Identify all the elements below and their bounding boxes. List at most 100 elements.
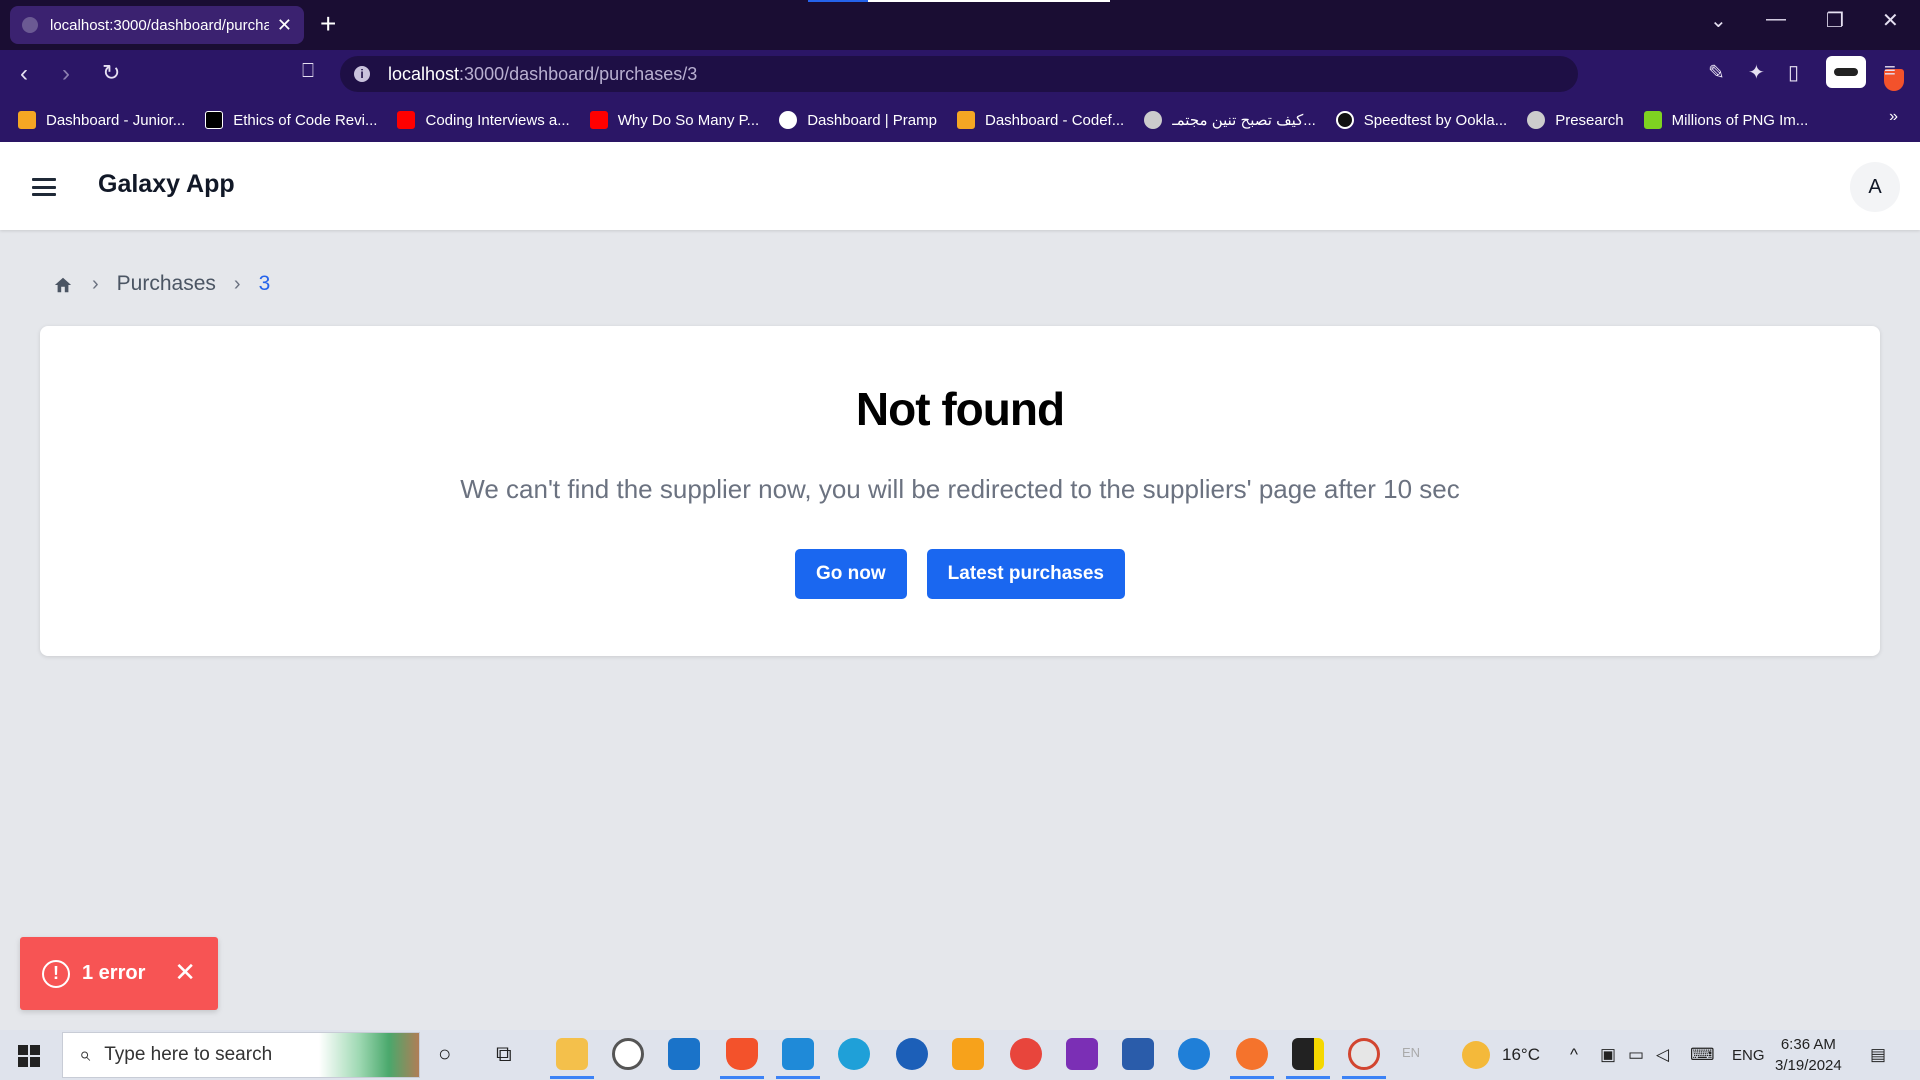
extensions-icon[interactable]: ✦ [1748, 60, 1765, 85]
bookmark-label: Ethics of Code Revi... [233, 111, 378, 129]
avatar[interactable]: A [1850, 162, 1900, 212]
latest-purchases-button[interactable]: Latest purchases [926, 549, 1125, 599]
bookmark-label: Dashboard | Pramp [807, 111, 937, 129]
forward-icon[interactable]: › [62, 60, 70, 88]
minimize-icon[interactable]: — [1766, 8, 1786, 31]
bookmark-label: Speedtest by Ookla... [1363, 111, 1508, 129]
windows-start-icon[interactable] [18, 1045, 40, 1067]
globe-icon [22, 17, 38, 33]
meet-icon[interactable]: ▣ [1600, 1045, 1616, 1065]
back-icon[interactable]: ‹ [20, 60, 28, 88]
bookmark-item[interactable]: كيف تصبح تنين مجتمـ... [1144, 111, 1316, 129]
bookmark-label: Millions of PNG Im... [1671, 111, 1809, 129]
pen-icon[interactable]: ✎ [1708, 60, 1725, 85]
taskbar: ⌕ Type here to search ○ ⧉ EN 16°C ^ ▣ ▭ … [0, 1030, 1920, 1080]
bookmark-item[interactable]: Ethics of Code Revi... [205, 111, 377, 129]
bookmark-item[interactable]: Dashboard | Pramp [779, 111, 937, 129]
bar-chart-icon [956, 111, 975, 129]
speedtest-icon [1335, 111, 1354, 129]
bookmark-label: Coding Interviews a... [425, 111, 570, 129]
network-app-icon[interactable] [1178, 1038, 1210, 1070]
cortana-icon[interactable]: ○ [438, 1041, 451, 1067]
file-explorer-icon[interactable] [556, 1038, 588, 1070]
bookmark-label: Why Do So Many P... [617, 111, 760, 129]
error-count: 1 error [82, 962, 146, 984]
edge-icon[interactable] [838, 1038, 870, 1070]
bookmark-item[interactable]: Speedtest by Ookla... [1335, 111, 1508, 129]
brave-icon[interactable] [726, 1038, 758, 1070]
notifications-icon[interactable]: ▤ [1870, 1045, 1886, 1065]
error-toast[interactable]: ! 1 error ✕ [20, 937, 218, 1010]
outlook-icon[interactable] [668, 1038, 700, 1070]
keyboard-icon[interactable]: ⌨ [1690, 1045, 1715, 1065]
breadcrumb-separator: › [92, 272, 99, 295]
bookmark-item[interactable]: Dashboard - Codef... [956, 111, 1125, 129]
url-host: localhost [388, 63, 460, 84]
home-icon[interactable] [54, 276, 72, 293]
tab-close-icon[interactable]: ✕ [277, 15, 292, 36]
bookmark-item[interactable]: Why Do So Many P... [589, 111, 760, 129]
bookmarks-more-icon[interactable]: » [1889, 108, 1898, 126]
sidebar-icon[interactable]: ▯ [1788, 60, 1799, 85]
search-placeholder: Type here to search [104, 1044, 273, 1065]
task-view-icon[interactable]: ⧉ [496, 1041, 512, 1067]
breadcrumb-purchases[interactable]: Purchases [117, 272, 216, 296]
sticky-notes-icon[interactable] [1292, 1038, 1324, 1070]
app-icon[interactable] [952, 1038, 984, 1070]
app-title: Galaxy App [98, 170, 235, 198]
dev-icon [205, 111, 224, 129]
postman-icon[interactable] [1236, 1038, 1268, 1070]
running-indicator [1286, 1076, 1330, 1079]
onenote-icon[interactable] [1066, 1038, 1098, 1070]
ime-indicator[interactable]: EN [1402, 1045, 1420, 1060]
png-icon [1643, 111, 1662, 129]
taskbar-search-input[interactable]: ⌕ Type here to search [62, 1032, 420, 1078]
new-tab-button[interactable]: + [320, 9, 336, 39]
reload-icon[interactable]: ↻ [102, 60, 120, 86]
vscode-icon[interactable] [782, 1038, 814, 1070]
tab-title: localhost:3000/dashboard/purchases/3 [50, 16, 269, 34]
app-header: Galaxy App A [0, 142, 1920, 230]
powershell-icon[interactable] [1122, 1038, 1154, 1070]
show-hidden-icons-icon[interactable]: ^ [1570, 1045, 1578, 1065]
clock-date: 3/19/2024 [1775, 1057, 1842, 1074]
not-found-card: Not found We can't find the supplier now… [40, 326, 1880, 656]
volume-icon[interactable]: ◁ [1656, 1045, 1669, 1065]
bookmark-label: Dashboard - Codef... [984, 111, 1125, 129]
browser-tab[interactable]: localhost:3000/dashboard/purchases/3 ✕ [10, 6, 304, 44]
language-indicator[interactable]: ENG [1732, 1047, 1765, 1064]
close-window-icon[interactable]: ✕ [1882, 8, 1899, 33]
bookmark-item[interactable]: Dashboard - Junior... [18, 111, 185, 129]
app-icon[interactable] [1348, 1038, 1380, 1070]
go-now-button[interactable]: Go now [795, 549, 907, 599]
bookmark-item[interactable]: Millions of PNG Im... [1643, 111, 1809, 129]
bookmark-icon[interactable]: ⎕ [302, 60, 314, 83]
redirect-message: We can't find the supplier now, you will… [460, 474, 1460, 504]
menu-icon[interactable]: ≡ [1884, 60, 1896, 83]
battery-icon[interactable]: ▭ [1628, 1045, 1644, 1065]
globe-icon [1527, 111, 1546, 129]
hamburger-menu-icon[interactable] [32, 178, 56, 196]
breadcrumb: › Purchases › 3 [54, 272, 270, 296]
bookmarks-bar: Dashboard - Junior... Ethics of Code Rev… [0, 98, 1920, 142]
check-icon [779, 111, 798, 129]
breadcrumb-current: 3 [258, 272, 271, 295]
globe-icon [1144, 111, 1163, 129]
loading-indicator [808, 0, 868, 2]
reader-mode-icon[interactable] [1826, 56, 1866, 88]
weather-icon[interactable] [1462, 1041, 1490, 1069]
running-indicator [776, 1076, 820, 1079]
site-info-icon[interactable]: i [354, 66, 370, 82]
clock-app-icon[interactable] [612, 1038, 644, 1070]
davinci-icon[interactable] [896, 1038, 928, 1070]
action-buttons: Go now Latest purchases [40, 549, 1880, 599]
address-bar[interactable]: i localhost:3000/dashboard/purchases/3 [340, 56, 1904, 92]
temperature[interactable]: 16°C [1502, 1045, 1540, 1065]
clock[interactable]: 6:36 AM 3/19/2024 [1775, 1034, 1842, 1076]
chrome-icon[interactable] [1010, 1038, 1042, 1070]
restore-icon[interactable]: ❐ [1826, 8, 1844, 33]
close-icon[interactable]: ✕ [174, 957, 196, 988]
bookmark-item[interactable]: Presearch [1527, 111, 1624, 129]
tab-search-chevron-icon[interactable]: ⌄ [1710, 8, 1727, 33]
bookmark-item[interactable]: Coding Interviews a... [397, 111, 570, 129]
